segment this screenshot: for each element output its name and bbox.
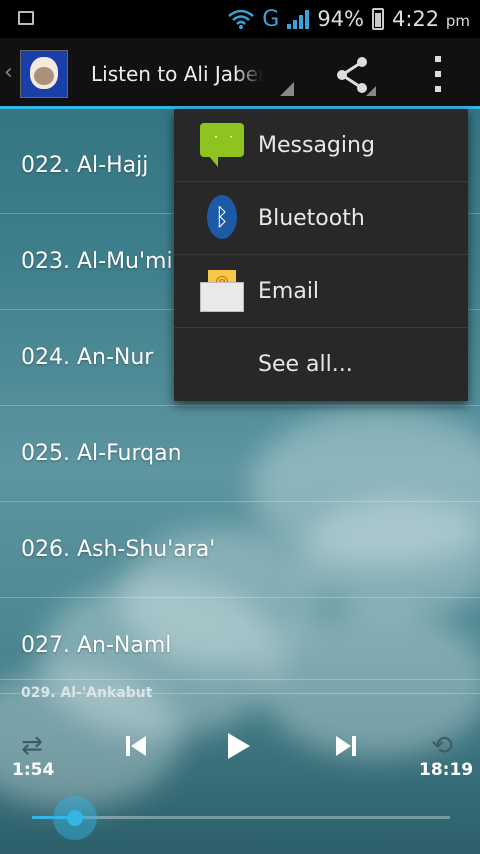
messaging-icon: ˙ ˙ (174, 109, 258, 182)
share-option-see-all[interactable]: See all... (174, 328, 468, 401)
share-option-bluetooth[interactable]: ᛒ Bluetooth (174, 182, 468, 255)
share-option-label: Bluetooth (258, 205, 365, 231)
play-icon[interactable] (218, 726, 258, 766)
signal-icon (287, 9, 310, 29)
list-item[interactable]: 025. Al-Furqan (0, 406, 480, 502)
image-notification-icon (18, 11, 34, 25)
previous-track-icon[interactable] (116, 726, 156, 766)
share-option-label: See all... (258, 352, 353, 377)
share-option-messaging[interactable]: ˙ ˙ Messaging (174, 109, 468, 182)
app-title-spinner[interactable]: Listen to Ali Jaber (91, 62, 263, 86)
list-item[interactable]: 026. Ash-Shu'ara' (0, 502, 480, 598)
share-option-label: Messaging (258, 132, 375, 158)
bluetooth-icon: ᛒ (174, 182, 258, 255)
next-track-icon[interactable] (326, 726, 366, 766)
action-bar: ‹ Listen to Ali Jaber (0, 38, 480, 106)
share-option-email[interactable]: @ Email (174, 255, 468, 328)
up-caret-icon[interactable]: ‹ (4, 60, 13, 85)
seek-bar[interactable] (32, 796, 450, 840)
share-dropdown-indicator-icon (366, 86, 376, 96)
spinner-indicator-icon (280, 82, 294, 96)
now-playing-title: 029. Al-'Ankabut (21, 685, 153, 701)
battery-percent: 94% (317, 7, 364, 31)
network-type: G (262, 6, 280, 32)
clock: 4:22 pm (392, 7, 470, 31)
elapsed-time: 1:54 (12, 760, 55, 780)
player-divider (0, 679, 480, 680)
status-bar: G 94% 4:22 pm (0, 0, 480, 38)
email-icon: @ (174, 255, 258, 328)
share-popup-menu: ˙ ˙ Messaging ᛒ Bluetooth @ Email See al… (174, 109, 468, 401)
share-option-label: Email (258, 278, 320, 304)
battery-icon (372, 8, 384, 30)
app-logo-icon[interactable] (20, 50, 68, 98)
total-time: 18:19 (419, 760, 474, 780)
wifi-icon (228, 9, 255, 29)
overflow-menu-icon[interactable] (426, 56, 450, 92)
